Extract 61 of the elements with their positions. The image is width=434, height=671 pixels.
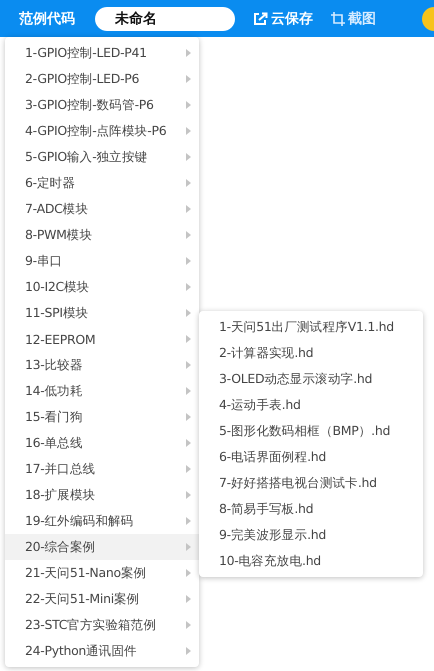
menu-item[interactable]: 3-GPIO控制-数码管-P6 <box>5 92 199 118</box>
chevron-right-icon <box>186 283 191 291</box>
submenu-item[interactable]: 4-运动手表.hd <box>199 392 423 418</box>
chevron-right-icon <box>186 491 191 499</box>
menu-item[interactable]: 9-串口 <box>5 248 199 274</box>
chevron-right-icon <box>186 309 191 317</box>
chevron-right-icon <box>186 127 191 135</box>
chevron-right-icon <box>186 257 191 265</box>
menu-item[interactable]: 19-红外编码和解码 <box>5 508 199 534</box>
menu-item[interactable]: 4-GPIO控制-点阵模块-P6 <box>5 118 199 144</box>
submenu-item[interactable]: 10-电容充放电.hd <box>199 548 423 574</box>
chevron-right-icon <box>186 231 191 239</box>
menu-item[interactable]: 10-I2C模块 <box>5 274 199 300</box>
chevron-right-icon <box>186 49 191 57</box>
chevron-right-icon <box>186 569 191 577</box>
menu-item[interactable]: 2-GPIO控制-LED-P6 <box>5 66 199 92</box>
chevron-right-icon <box>186 413 191 421</box>
chevron-right-icon <box>186 387 191 395</box>
chevron-right-icon <box>186 335 191 343</box>
menu-item[interactable]: 6-定时器 <box>5 170 199 196</box>
chevron-right-icon <box>186 465 191 473</box>
submenu-item[interactable]: 3-OLED动态显示滚动字.hd <box>199 366 423 392</box>
menu-item[interactable]: 11-SPI模块 <box>5 300 199 326</box>
menu-item[interactable]: 18-扩展模块 <box>5 482 199 508</box>
chevron-right-icon <box>186 101 191 109</box>
chevron-right-icon <box>186 179 191 187</box>
menu-item[interactable]: 5-GPIO输入-独立按键 <box>5 144 199 170</box>
share-icon <box>253 12 268 26</box>
chevron-right-icon <box>186 621 191 629</box>
file-name-field[interactable]: 未命名 <box>95 6 235 30</box>
submenu-item[interactable]: 1-天问51出厂测试程序V1.1.hd <box>199 314 423 340</box>
chevron-right-icon <box>186 543 191 551</box>
menu-item[interactable]: 23-STC官方实验箱范例 <box>5 612 199 638</box>
chevron-right-icon <box>186 439 191 447</box>
chevron-right-icon <box>186 517 191 525</box>
menu-item[interactable]: 7-ADC模块 <box>5 196 199 222</box>
menu-item[interactable]: 17-并口总线 <box>5 456 199 482</box>
menu-item[interactable]: 13-比较器 <box>5 352 199 378</box>
menu-item[interactable]: 21-天问51-Nano案例 <box>5 560 199 586</box>
submenu-item[interactable]: 6-电话界面例程.hd <box>199 444 423 470</box>
menu-item[interactable]: 12-EEPROM <box>5 326 199 352</box>
menu-item[interactable]: 16-单总线 <box>5 430 199 456</box>
chevron-right-icon <box>186 205 191 213</box>
menu-item[interactable]: 14-低功耗 <box>5 378 199 404</box>
menu-item[interactable]: 8-PWM模块 <box>5 222 199 248</box>
submenu-item[interactable]: 7-好好搭搭电视台测试卡.hd <box>199 470 423 496</box>
chevron-right-icon <box>186 595 191 603</box>
submenu-item[interactable]: 9-完美波形显示.hd <box>199 522 423 548</box>
menu-item[interactable]: 15-看门狗 <box>5 404 199 430</box>
submenu-item[interactable]: 5-图形化数码相框（BMP）.hd <box>199 418 423 444</box>
menu-item[interactable]: 24-Python通讯固件 <box>5 638 199 664</box>
submenu-item[interactable]: 8-简易手写板.hd <box>199 496 423 522</box>
menu-item[interactable]: 22-天问51-Mini案例 <box>5 586 199 612</box>
submenu-item[interactable]: 2-计算器实现.hd <box>199 340 423 366</box>
chevron-right-icon <box>186 361 191 369</box>
chevron-right-icon <box>186 75 191 83</box>
crop-icon <box>331 12 345 26</box>
menu-item[interactable]: 1-GPIO控制-LED-P41 <box>5 40 199 66</box>
menu-item[interactable]: 20-综合案例 <box>5 534 199 560</box>
chevron-right-icon <box>186 647 191 655</box>
chevron-right-icon <box>186 153 191 161</box>
